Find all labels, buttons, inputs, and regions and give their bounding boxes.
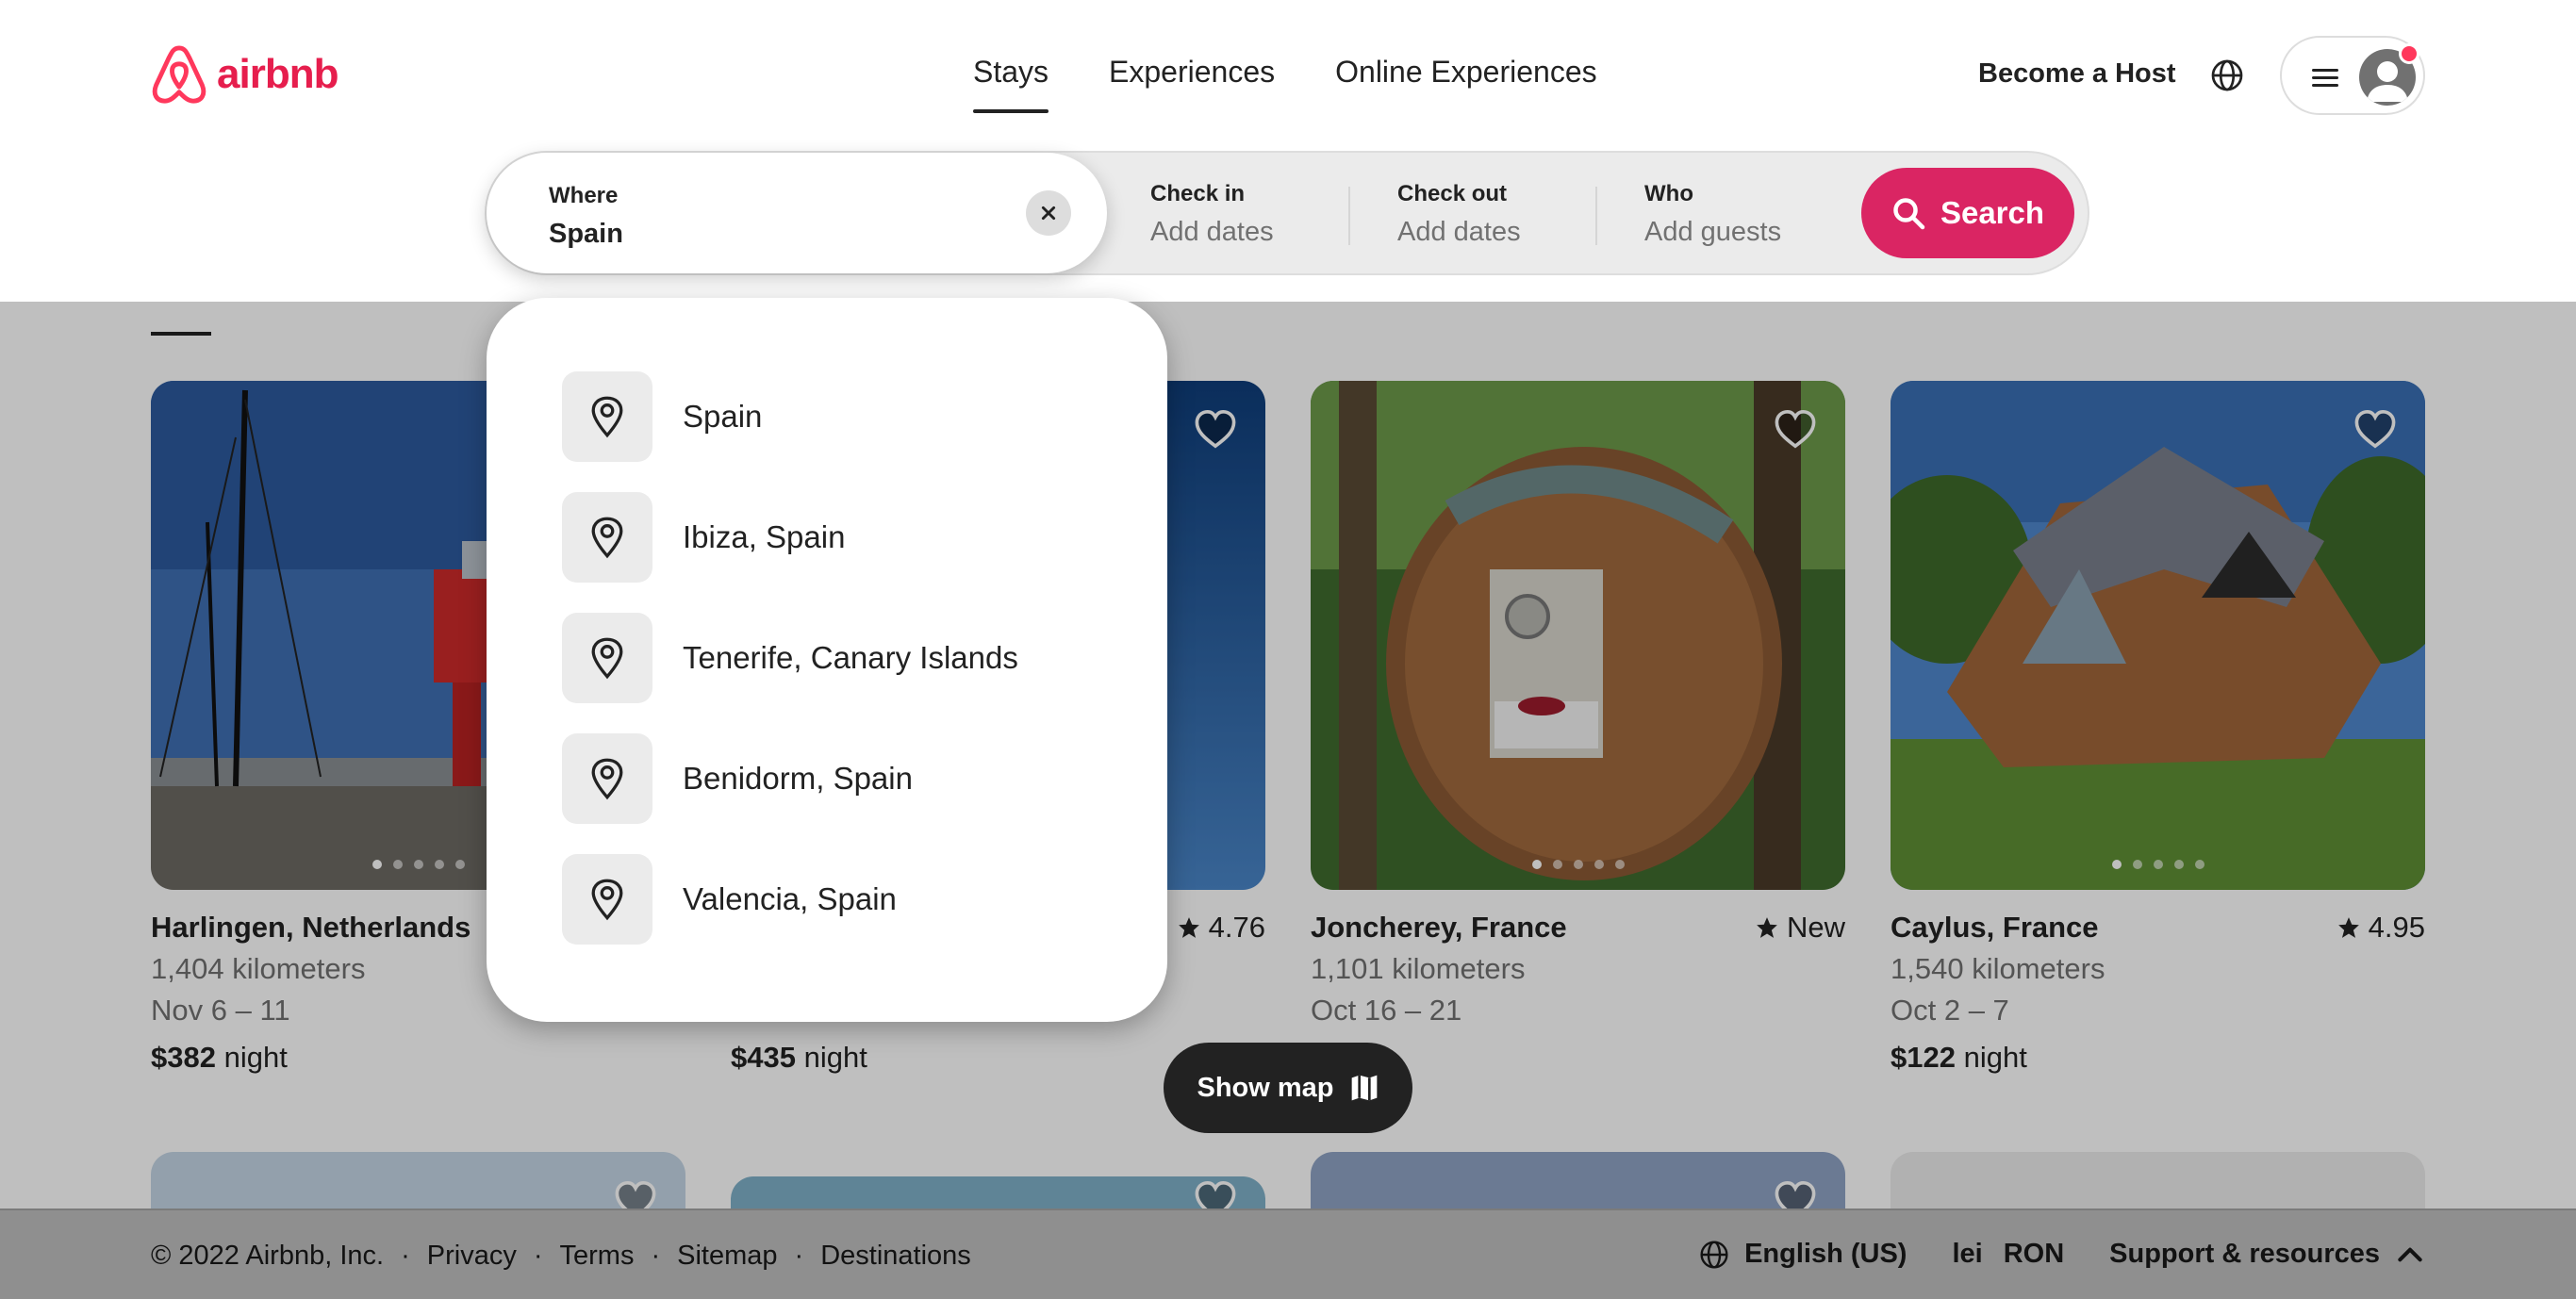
clear-input-button[interactable] bbox=[1026, 190, 1071, 236]
suggestion-label: Ibiza, Spain bbox=[683, 519, 846, 554]
suggestion-icon-box bbox=[562, 492, 652, 583]
search-icon bbox=[1893, 198, 1925, 230]
map-pin-icon bbox=[591, 879, 623, 921]
suggestion-item[interactable]: Benidorm, Spain bbox=[487, 733, 1167, 824]
divider bbox=[1348, 187, 1350, 245]
hamburger-menu-icon bbox=[2312, 69, 2338, 87]
where-field[interactable]: Where Spain bbox=[487, 153, 1107, 273]
close-icon bbox=[1041, 206, 1056, 221]
airbnb-logo[interactable]: airbnb bbox=[151, 43, 339, 106]
header: airbnb Stays Experiences Online Experien… bbox=[0, 0, 2576, 302]
suggestion-label: Spain bbox=[683, 399, 763, 434]
modal-backdrop[interactable] bbox=[0, 302, 2576, 1299]
guests-label: Who bbox=[1644, 181, 1693, 206]
suggestion-icon-box bbox=[562, 371, 652, 462]
location-suggestions-dropdown: Spain Ibiza, Spain Tenerife, Canary Isla… bbox=[487, 298, 1167, 1022]
map-pin-icon bbox=[591, 396, 623, 438]
where-input[interactable]: Spain bbox=[549, 219, 623, 250]
guests-value: Add guests bbox=[1644, 217, 1782, 247]
check-in-value: Add dates bbox=[1150, 217, 1274, 247]
tab-online-experiences[interactable]: Online Experiences bbox=[1335, 55, 1596, 113]
user-menu-button[interactable] bbox=[2280, 36, 2425, 115]
where-label: Where bbox=[549, 183, 619, 208]
search-button-label: Search bbox=[1940, 195, 2045, 230]
search-button[interactable]: Search bbox=[1861, 168, 2074, 258]
check-out-value: Add dates bbox=[1397, 217, 1521, 247]
guests-field[interactable]: Who Add guests bbox=[1644, 181, 1781, 248]
globe-icon[interactable] bbox=[2210, 58, 2244, 92]
suggestion-item[interactable]: Ibiza, Spain bbox=[487, 492, 1167, 583]
suggestion-icon-box bbox=[562, 854, 652, 945]
suggestion-icon-box bbox=[562, 613, 652, 703]
map-icon bbox=[1351, 1075, 1377, 1101]
become-host-link[interactable]: Become a Host bbox=[1978, 58, 2176, 90]
suggestion-item[interactable]: Valencia, Spain bbox=[487, 854, 1167, 945]
main-nav: Stays Experiences Online Experiences bbox=[973, 55, 1658, 113]
brand-name: airbnb bbox=[217, 51, 339, 97]
map-pin-icon bbox=[591, 637, 623, 680]
suggestion-label: Benidorm, Spain bbox=[683, 761, 913, 796]
show-map-label: Show map bbox=[1197, 1072, 1334, 1103]
notification-badge bbox=[2399, 43, 2419, 64]
suggestion-icon-box bbox=[562, 733, 652, 824]
map-pin-icon bbox=[591, 517, 623, 559]
map-pin-icon bbox=[591, 758, 623, 800]
suggestion-label: Tenerife, Canary Islands bbox=[683, 640, 1018, 675]
airbnb-logo-icon bbox=[152, 45, 206, 104]
suggestion-item[interactable]: Tenerife, Canary Islands bbox=[487, 613, 1167, 703]
tab-stays[interactable]: Stays bbox=[973, 55, 1049, 113]
divider bbox=[1595, 187, 1597, 245]
check-in-label: Check in bbox=[1150, 181, 1246, 206]
suggestion-label: Valencia, Spain bbox=[683, 881, 897, 916]
check-out-label: Check out bbox=[1397, 181, 1508, 206]
check-out-field[interactable]: Check out Add dates bbox=[1397, 181, 1521, 248]
tab-experiences[interactable]: Experiences bbox=[1109, 55, 1275, 113]
search-bar: Where Spain Check in Add dates Check out… bbox=[485, 151, 2089, 275]
show-map-button[interactable]: Show map bbox=[1164, 1043, 1412, 1133]
check-in-field[interactable]: Check in Add dates bbox=[1150, 181, 1274, 248]
footer-dim bbox=[0, 1209, 2576, 1299]
suggestion-item[interactable]: Spain bbox=[487, 371, 1167, 462]
